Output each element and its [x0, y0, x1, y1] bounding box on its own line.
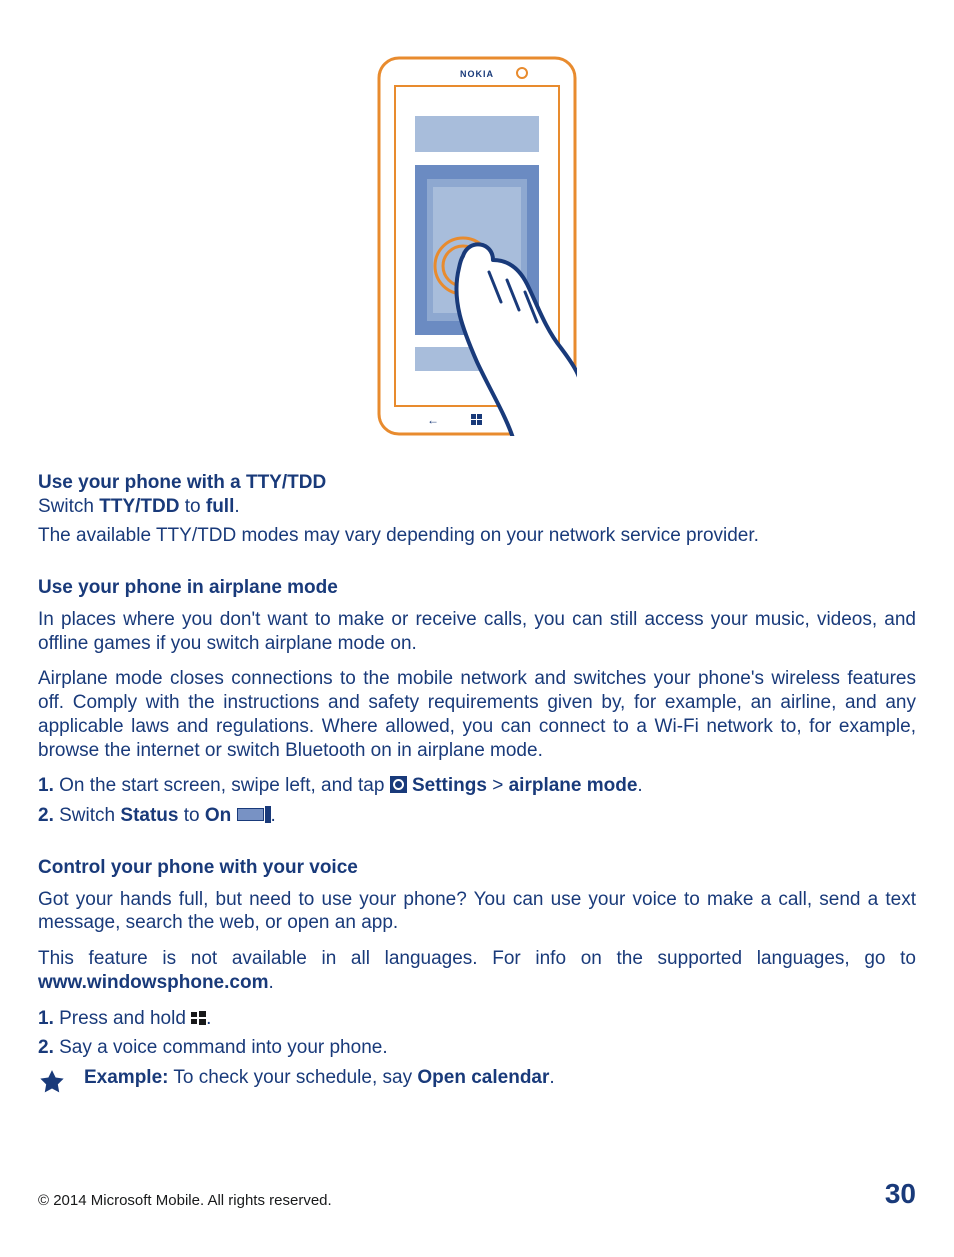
text-bold: TTY/TDD — [99, 496, 179, 517]
text: On the start screen, swipe left, and tap — [54, 775, 390, 796]
windows-key-icon — [191, 1011, 206, 1026]
text-bold: On — [205, 805, 231, 826]
link-text: www.windowsphone.com — [38, 972, 268, 993]
text: Switch — [54, 805, 121, 826]
text: This feature is not available in all lan… — [38, 948, 916, 969]
text: . — [234, 496, 239, 517]
text: Say a voice command into your phone. — [54, 1037, 388, 1058]
text: . — [206, 1008, 211, 1029]
settings-icon — [390, 776, 407, 793]
text: . — [549, 1067, 554, 1088]
para-airplane-2: Airplane mode closes connections to the … — [38, 667, 916, 762]
section-heading-tty: Use your phone with a TTY/TDD — [38, 471, 916, 495]
text: . — [271, 805, 276, 826]
step-1: 1. On the start screen, swipe left, and … — [38, 774, 916, 798]
step-number: 1. — [38, 775, 54, 796]
text: > — [487, 775, 509, 796]
manual-page: NOKIA ← — [0, 0, 954, 1257]
page-footer: © 2014 Microsoft Mobile. All rights rese… — [38, 1176, 916, 1211]
text: to — [179, 496, 205, 517]
toggle-on-icon — [237, 808, 271, 823]
text-bold: Status — [120, 805, 178, 826]
back-arrow-icon: ← — [427, 413, 439, 427]
line-switch-tty: Switch TTY/TDD to full. — [38, 495, 916, 519]
section-heading-voice: Control your phone with your voice — [38, 856, 916, 880]
example-row: Example: To check your schedule, say Ope… — [38, 1066, 916, 1096]
phone-svg: NOKIA ← — [377, 56, 577, 436]
text: Switch — [38, 496, 99, 517]
voice-step-1: 1. Press and hold . — [38, 1007, 916, 1031]
para-voice-1: Got your hands full, but need to use you… — [38, 888, 916, 936]
text: . — [637, 775, 642, 796]
section-heading-airplane: Use your phone in airplane mode — [38, 576, 916, 600]
para-airplane-1: In places where you don't want to make o… — [38, 608, 916, 656]
step-number: 2. — [38, 1037, 54, 1058]
para-tty-modes: The available TTY/TDD modes may vary dep… — [38, 524, 916, 548]
text-bold: Settings — [412, 775, 487, 796]
page-number: 30 — [885, 1176, 916, 1211]
text: . — [268, 972, 273, 993]
voice-step-2: 2. Say a voice command into your phone. — [38, 1036, 916, 1060]
step-number: 2. — [38, 805, 54, 826]
text: Press and hold — [54, 1008, 191, 1029]
star-icon — [38, 1068, 66, 1096]
text-bold: full — [206, 496, 235, 517]
text-bold: airplane mode — [509, 775, 638, 796]
para-voice-2: This feature is not available in all lan… — [38, 947, 916, 995]
brand-label: NOKIA — [460, 69, 494, 79]
example-label: Example: — [84, 1067, 168, 1088]
phone-illustration: NOKIA ← — [38, 56, 916, 443]
text: to — [178, 805, 204, 826]
text: To check your schedule, say — [168, 1067, 417, 1088]
text-bold: Open calendar — [417, 1067, 549, 1088]
step-2: 2. Switch Status to On . — [38, 804, 916, 828]
example-text: Example: To check your schedule, say Ope… — [84, 1066, 555, 1090]
copyright-text: © 2014 Microsoft Mobile. All rights rese… — [38, 1192, 332, 1211]
step-number: 1. — [38, 1008, 54, 1029]
